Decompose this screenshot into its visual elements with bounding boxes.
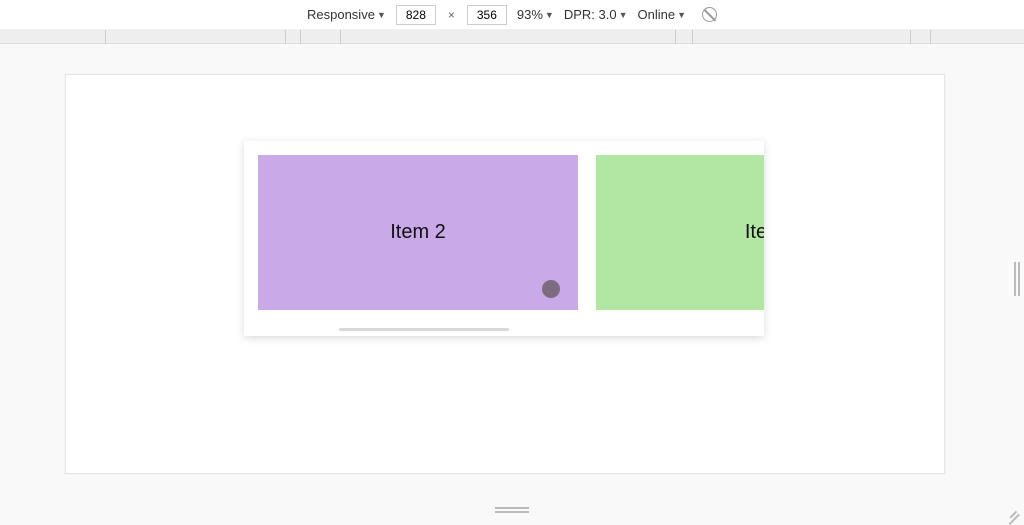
height-input[interactable] xyxy=(467,5,507,25)
dpr-label: DPR: 3.0 xyxy=(564,7,617,22)
device-toolbar: Responsive ▼ × 93% ▼ DPR: 3.0 ▼ Online ▼ xyxy=(0,0,1024,30)
caret-down-icon: ▼ xyxy=(677,10,686,20)
dpr-dropdown[interactable]: DPR: 3.0 ▼ xyxy=(564,7,628,22)
corner-resize-handle[interactable] xyxy=(1006,501,1020,515)
zoom-dropdown[interactable]: 93% ▼ xyxy=(517,7,554,22)
caret-down-icon: ▼ xyxy=(545,10,554,20)
device-frame: Item 2 Ite xyxy=(65,74,945,474)
item-label: Ite xyxy=(745,221,764,244)
network-dropdown[interactable]: Online ▼ xyxy=(638,7,687,22)
zoom-label: 93% xyxy=(517,7,543,22)
caret-down-icon: ▼ xyxy=(619,10,628,20)
horizontal-resize-handle[interactable] xyxy=(495,507,529,513)
rotate-icon[interactable] xyxy=(702,7,717,22)
device-mode-dropdown[interactable]: Responsive ▼ xyxy=(307,7,386,22)
ruler-bar xyxy=(0,30,1024,44)
touch-indicator-icon xyxy=(542,280,560,298)
scroll-row[interactable]: Item 2 Ite xyxy=(258,155,750,320)
list-item[interactable]: Item 2 xyxy=(258,155,578,310)
horizontal-scrollbar[interactable] xyxy=(339,328,509,331)
dimensions-separator: × xyxy=(448,8,455,22)
width-input[interactable] xyxy=(396,5,436,25)
scroll-card: Item 2 Ite xyxy=(244,141,764,336)
viewport-container: Item 2 Ite xyxy=(0,44,1024,519)
caret-down-icon: ▼ xyxy=(377,10,386,20)
network-label: Online xyxy=(638,7,676,22)
list-item[interactable]: Ite xyxy=(596,155,764,310)
device-mode-label: Responsive xyxy=(307,7,375,22)
item-label: Item 2 xyxy=(390,221,446,244)
vertical-resize-handle[interactable] xyxy=(1014,262,1020,296)
